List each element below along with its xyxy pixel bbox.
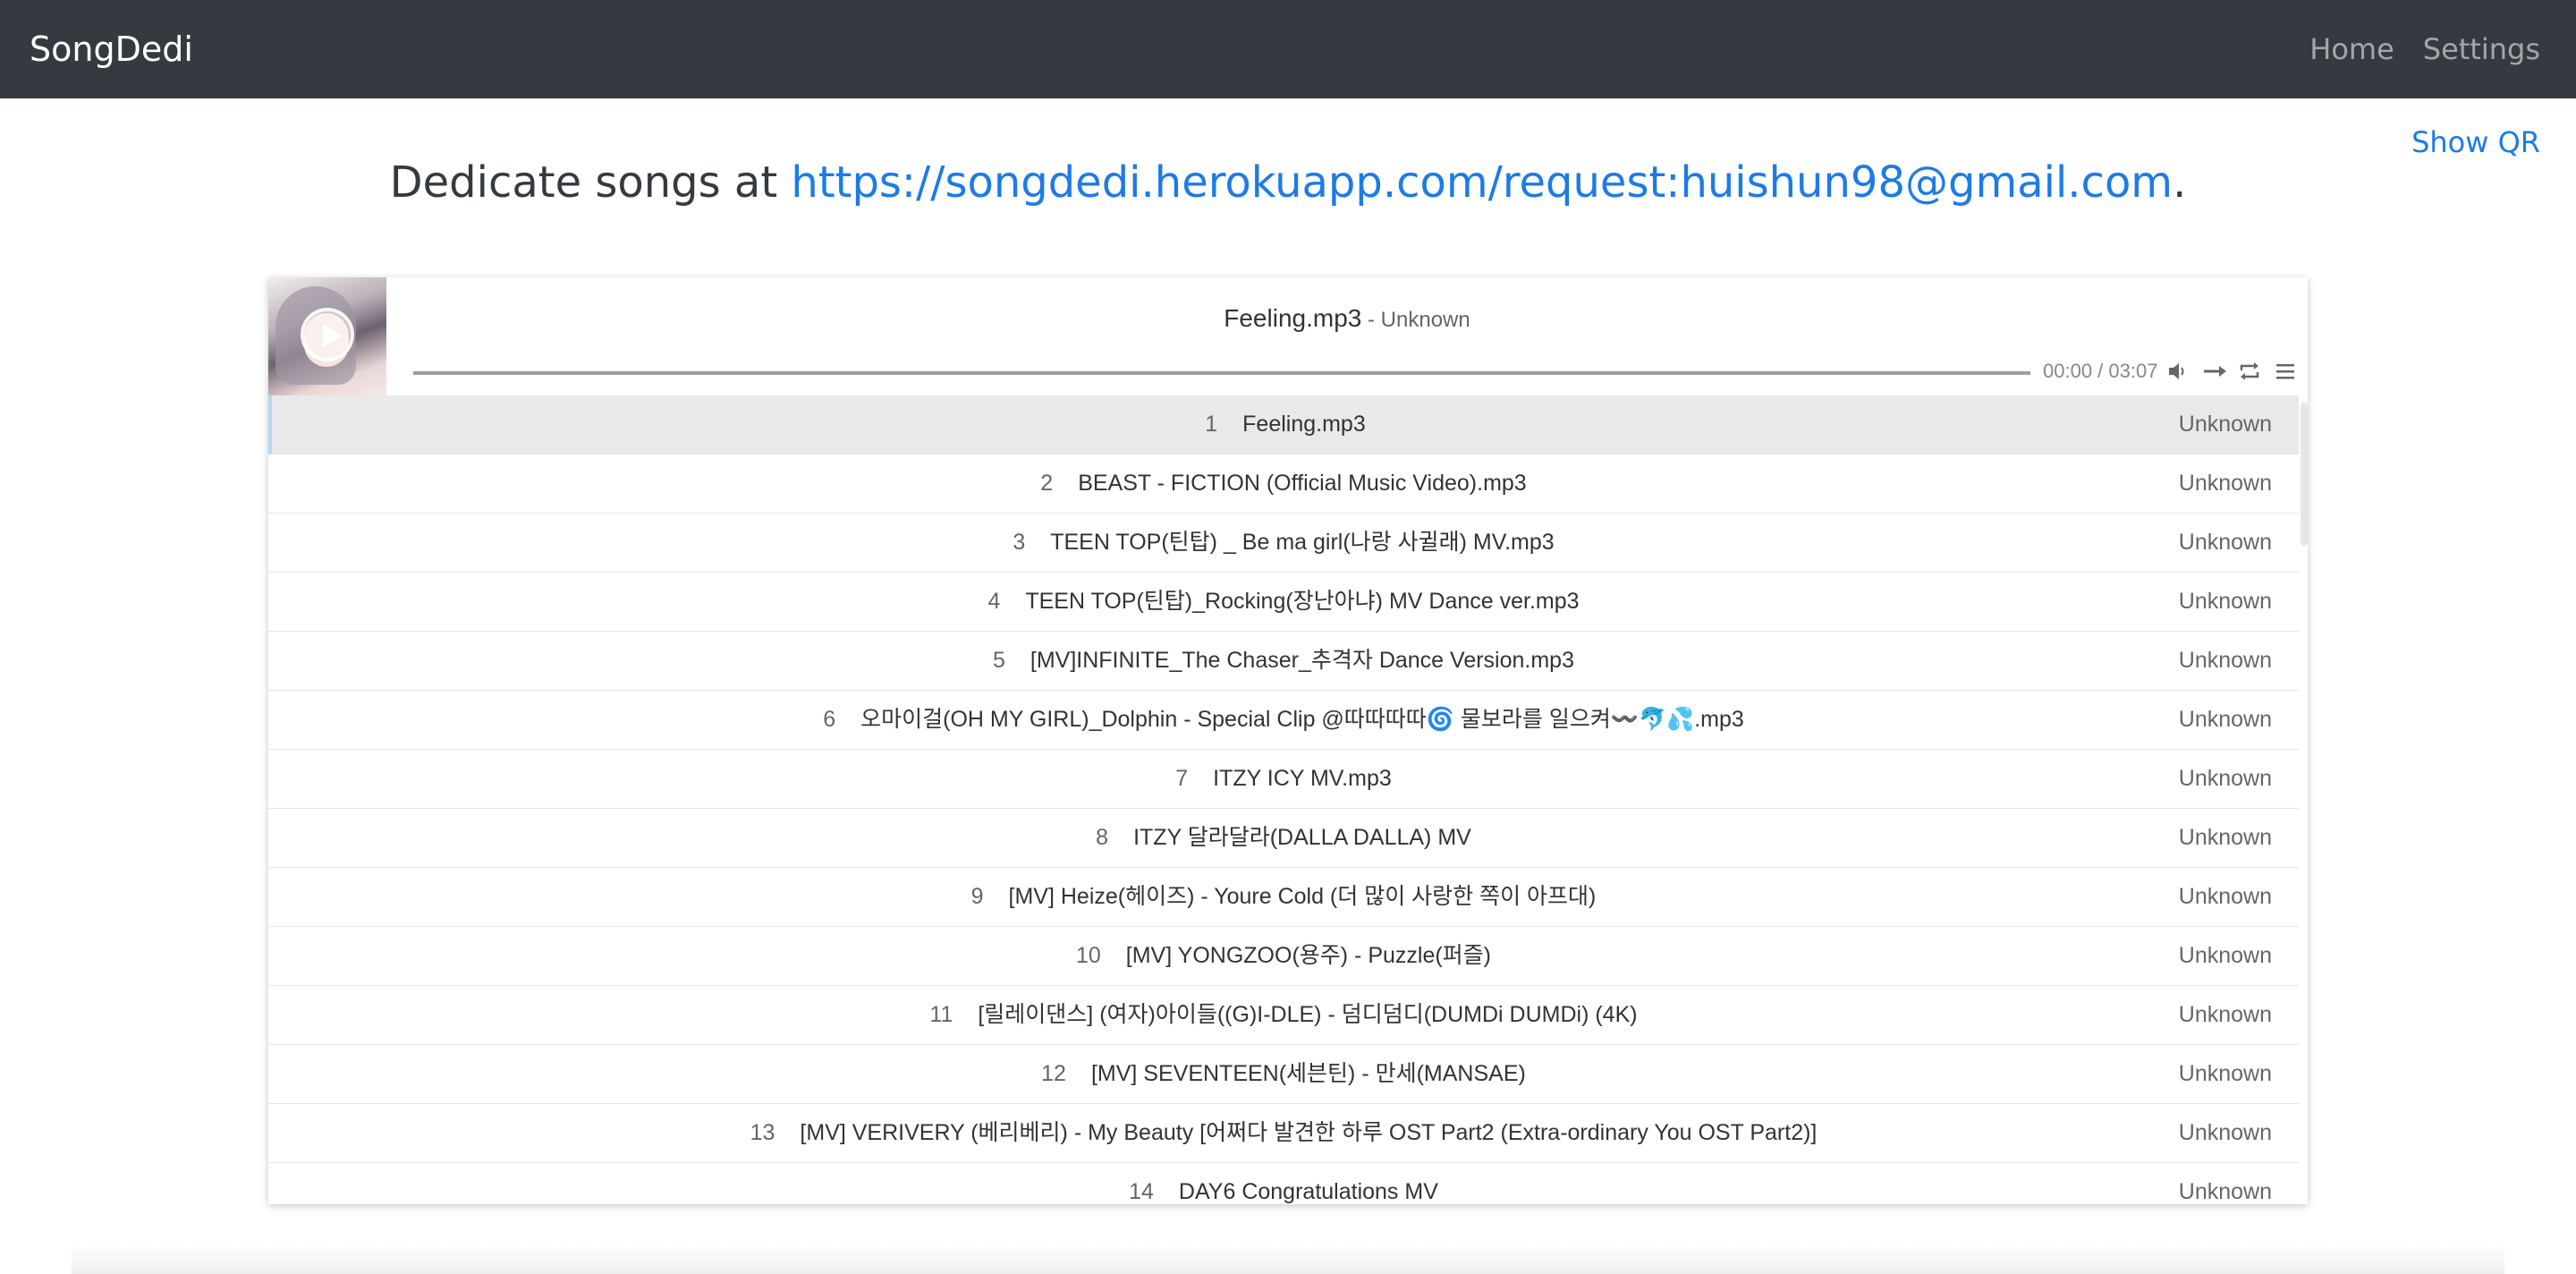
now-playing-title: Feeling.mp3: [1224, 304, 1362, 332]
playlist-row-author: Unknown: [2178, 471, 2272, 496]
playlist-row-title: [MV]INFINITE_The Chaser_추격자 Dance Versio…: [1030, 648, 1574, 673]
playlist-row-number: 6: [823, 707, 836, 732]
album-cover: [268, 277, 386, 395]
playlist-row-author: Unknown: [2178, 1179, 2272, 1204]
playlist-row[interactable]: 9 [MV] Heize(헤이즈) - Youre Cold (더 많이 사랑한 …: [268, 868, 2299, 927]
nav-link-settings[interactable]: Settings: [2423, 0, 2540, 98]
playlist-row-number: 7: [1175, 766, 1189, 791]
playlist-row[interactable]: 11 [릴레이댄스] (여자)아이들((G)I-DLE) - 덤디덤디(DUMDi…: [268, 986, 2299, 1045]
playlist-row-content: 5 [MV]INFINITE_The Chaser_추격자 Dance Versi…: [268, 632, 2299, 690]
request-link[interactable]: https://songdedi.herokuapp.com/request:h…: [791, 157, 2173, 208]
playlist-row-number: 3: [1013, 530, 1026, 555]
playlist-row-content: 4 TEEN TOP(틴탑)_Rocking(장난아냐) MV Dance ver…: [268, 573, 2299, 631]
playlist-row-content: 7 ITZY ICY MV.mp3: [268, 750, 2299, 808]
playlist-row-number: 9: [970, 884, 984, 909]
volume-icon[interactable]: [2166, 360, 2190, 383]
playlist-row[interactable]: 5 [MV]INFINITE_The Chaser_추격자 Dance Versi…: [268, 632, 2299, 691]
playlist-row-number: 5: [992, 648, 1005, 673]
order-icon[interactable]: [2202, 360, 2226, 383]
playlist-row-author: Unknown: [2178, 1120, 2272, 1145]
playlist-row-title: Feeling.mp3: [1242, 412, 1366, 437]
now-playing: Feeling.mp3 - Unknown: [386, 304, 2308, 333]
playlist-row-author: Unknown: [2178, 766, 2272, 791]
playlist-row-author: Unknown: [2178, 1061, 2272, 1086]
playlist-row-author: Unknown: [2178, 884, 2272, 909]
playlist-row-content: 8 ITZY 달라달라(DALLA DALLA) MV: [268, 809, 2299, 867]
playlist-row-title: [MV] Heize(헤이즈) - Youre Cold (더 많이 사랑한 쪽…: [1008, 884, 1597, 909]
progress-bar[interactable]: [413, 371, 2030, 375]
playlist-row[interactable]: 12 [MV] SEVENTEEN(세븐틴) - 만세(MANSAE) Unknow…: [268, 1045, 2299, 1104]
playlist-row[interactable]: 2 BEAST - FICTION (Official Music Video).…: [268, 454, 2299, 514]
playlist-row-author: Unknown: [2178, 707, 2272, 732]
menu-icon[interactable]: [2274, 360, 2297, 383]
playlist-row-author: Unknown: [2178, 530, 2272, 555]
playlist-row-title: TEEN TOP(틴탑) _ Be ma girl(나랑 사귈래) MV.mp3: [1050, 530, 1555, 555]
playlist-row-title: DAY6 Congratulations MV: [1178, 1179, 1438, 1204]
playlist-row-content: 11 [릴레이댄스] (여자)아이들((G)I-DLE) - 덤디덤디(DUMDi…: [268, 986, 2299, 1044]
playlist-row-author: Unknown: [2178, 1002, 2272, 1027]
now-playing-author: - Unknown: [1361, 308, 1470, 332]
nav-links: Home Settings: [2309, 0, 2540, 98]
playlist-row-number: 1: [1205, 412, 1218, 437]
playlist-row-number: 4: [987, 589, 1001, 614]
playlist-row-content: 1 Feeling.mp3: [272, 395, 2299, 454]
playlist-row-content: 9 [MV] Heize(헤이즈) - Youre Cold (더 많이 사랑한 …: [268, 868, 2299, 926]
playlist-row[interactable]: 10 [MV] YONGZOO(용주) - Puzzle(퍼즐) Unknown: [268, 927, 2299, 986]
playlist-row-author: Unknown: [2178, 825, 2272, 850]
playlist-row-author: Unknown: [2178, 943, 2272, 968]
playlist-row[interactable]: 3 TEEN TOP(틴탑) _ Be ma girl(나랑 사귈래) MV.mp…: [268, 514, 2299, 573]
playlist-row-title: ITZY ICY MV.mp3: [1213, 766, 1392, 791]
playlist-row-number: 12: [1041, 1061, 1066, 1086]
playlist-row-number: 13: [750, 1120, 775, 1145]
playlist-row-number: 10: [1075, 943, 1101, 968]
playlist-row-title: 오마이걸(OH MY GIRL)_Dolphin - Special Clip …: [860, 707, 1744, 732]
playlist-row-title: [MV] YONGZOO(용주) - Puzzle(퍼즐): [1125, 943, 1492, 968]
headline-prefix: Dedicate songs at: [389, 157, 792, 208]
playlist-row-content: 10 [MV] YONGZOO(용주) - Puzzle(퍼즐): [268, 927, 2299, 985]
playlist-row-author: Unknown: [2178, 589, 2272, 614]
loop-icon[interactable]: [2238, 360, 2261, 383]
navbar: SongDedi Home Settings: [0, 0, 2576, 98]
playlist-scrollbar[interactable]: [2301, 403, 2308, 546]
playlist-row-number: 11: [929, 1002, 953, 1027]
playlist-row-title: ITZY 달라달라(DALLA DALLA) MV: [1133, 825, 1471, 850]
playlist: 1 Feeling.mp3 Unknown 2 BEAST - FICTION (Off…: [268, 395, 2299, 1204]
playlist-row-number: 14: [1129, 1179, 1154, 1204]
music-player: Feeling.mp3 - Unknown 00:00 / 03:07 1 Fee…: [268, 277, 2308, 1204]
playlist-row[interactable]: 14 DAY6 Congratulations MV Unknown: [268, 1163, 2299, 1204]
page-headline: Dedicate songs at https://songdedi.herok…: [0, 157, 2576, 208]
playlist-row[interactable]: 8 ITZY 달라달라(DALLA DALLA) MV Unknown: [268, 809, 2299, 868]
show-qr-link[interactable]: Show QR: [2411, 125, 2540, 159]
playlist-row-title: BEAST - FICTION (Official Music Video).m…: [1078, 471, 1527, 496]
playlist-row-content: 14 DAY6 Congratulations MV: [268, 1163, 2299, 1204]
playlist-row[interactable]: 7 ITZY ICY MV.mp3 Unknown: [268, 750, 2299, 809]
playlist-row-number: 2: [1040, 471, 1054, 496]
playlist-row-author: Unknown: [2178, 648, 2272, 673]
playlist-row-author: Unknown: [2178, 412, 2272, 437]
headline-suffix: .: [2173, 157, 2187, 208]
play-icon[interactable]: [301, 308, 354, 361]
playlist-row[interactable]: 1 Feeling.mp3 Unknown: [268, 395, 2299, 454]
player-controls: [2166, 360, 2297, 383]
bottom-shadow: [72, 1245, 2504, 1274]
nav-link-home[interactable]: Home: [2309, 0, 2394, 98]
playlist-row[interactable]: 6 오마이걸(OH MY GIRL)_Dolphin - Special Clip…: [268, 691, 2299, 750]
playlist-row-content: 2 BEAST - FICTION (Official Music Video).…: [268, 454, 2299, 513]
playlist-row-title: TEEN TOP(틴탑)_Rocking(장난아냐) MV Dance ver.…: [1025, 589, 1580, 614]
brand-logo[interactable]: SongDedi: [30, 0, 193, 98]
playlist-row-content: 12 [MV] SEVENTEEN(세븐틴) - 만세(MANSAE): [268, 1045, 2299, 1103]
playlist-row-title: [MV] SEVENTEEN(세븐틴) - 만세(MANSAE): [1090, 1061, 1526, 1086]
playlist-row-content: 6 오마이걸(OH MY GIRL)_Dolphin - Special Clip…: [268, 691, 2299, 749]
playlist-row-title: [릴레이댄스] (여자)아이들((G)I-DLE) - 덤디덤디(DUMDi D…: [978, 1002, 1638, 1027]
playlist-row-number: 8: [1096, 825, 1109, 850]
playlist-row-content: 3 TEEN TOP(틴탑) _ Be ma girl(나랑 사귈래) MV.mp…: [268, 514, 2299, 572]
playlist-row-title: [MV] VERIVERY (베리베리) - My Beauty [어쩌다 발견…: [800, 1120, 1818, 1145]
playlist-row[interactable]: 4 TEEN TOP(틴탑)_Rocking(장난아냐) MV Dance ver…: [268, 573, 2299, 632]
playlist-row[interactable]: 13 [MV] VERIVERY (베리베리) - My Beauty [어쩌다 …: [268, 1104, 2299, 1163]
playlist-row-content: 13 [MV] VERIVERY (베리베리) - My Beauty [어쩌다 …: [268, 1104, 2299, 1162]
time-display: 00:00 / 03:07: [2043, 360, 2158, 382]
